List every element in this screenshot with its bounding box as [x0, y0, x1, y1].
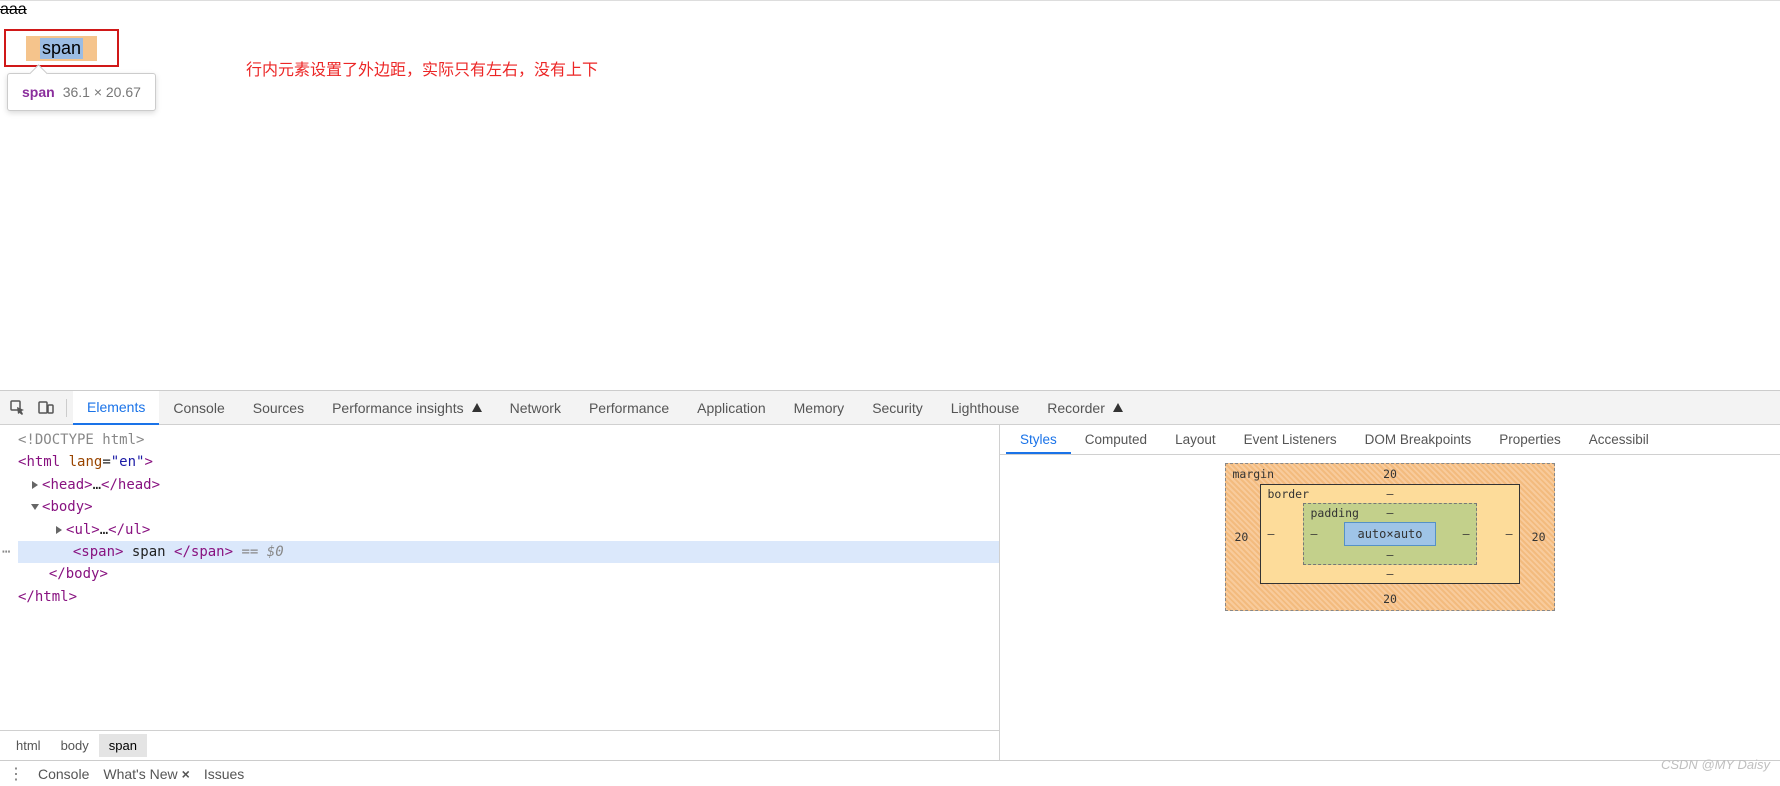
- dom-span-selected[interactable]: <span> span </span> == $0: [18, 541, 999, 563]
- bm-padding-right[interactable]: ‒: [1463, 527, 1470, 541]
- bm-padding-bottom[interactable]: ‒: [1387, 548, 1394, 562]
- tab-security[interactable]: Security: [858, 391, 937, 425]
- styles-tab-styles[interactable]: Styles: [1006, 425, 1071, 454]
- styles-panel: Styles Computed Layout Event Listeners D…: [1000, 425, 1780, 760]
- tab-network[interactable]: Network: [496, 391, 575, 425]
- tab-sources[interactable]: Sources: [239, 391, 318, 425]
- drawer-tab-console[interactable]: Console: [38, 766, 89, 782]
- styles-tab-dom-breakpoints[interactable]: DOM Breakpoints: [1351, 425, 1486, 454]
- bm-border-right[interactable]: ‒: [1506, 527, 1513, 541]
- collapse-triangle-icon[interactable]: [31, 504, 39, 510]
- dom-body-open[interactable]: <body>: [18, 496, 999, 518]
- dom-tree[interactable]: <!DOCTYPE html> <html lang="en"> <head>……: [0, 425, 999, 730]
- expand-triangle-icon[interactable]: [56, 526, 62, 534]
- tab-performance-insights[interactable]: Performance insights: [318, 391, 496, 425]
- watermark: CSDN @MY Daisy: [1661, 757, 1770, 772]
- bm-border-left[interactable]: ‒: [1267, 527, 1274, 541]
- styles-tab-accessibility[interactable]: Accessibil: [1575, 425, 1663, 454]
- rendered-page: aaa span 行内元素设置了外边距，实际只有左右，没有上下 span 36.…: [0, 0, 1780, 390]
- bm-padding-label: padding: [1310, 506, 1358, 520]
- tab-elements[interactable]: Elements: [73, 391, 159, 425]
- tab-lighthouse[interactable]: Lighthouse: [937, 391, 1034, 425]
- tab-memory[interactable]: Memory: [780, 391, 859, 425]
- crumb-body[interactable]: body: [51, 734, 99, 757]
- expand-triangle-icon[interactable]: [32, 481, 38, 489]
- annotation-text: 行内元素设置了外边距，实际只有左右，没有上下: [246, 56, 598, 80]
- margin-overlay: span: [26, 36, 97, 61]
- dom-html-open[interactable]: <html lang="en">: [18, 451, 999, 473]
- bm-margin-top[interactable]: 20: [1383, 467, 1397, 481]
- bm-padding-left[interactable]: ‒: [1310, 527, 1317, 541]
- tab-console[interactable]: Console: [159, 391, 238, 425]
- dom-ul[interactable]: <ul>…</ul>: [18, 519, 999, 541]
- dom-body-close[interactable]: </body>: [18, 563, 999, 585]
- styles-tab-computed[interactable]: Computed: [1071, 425, 1161, 454]
- breadcrumb: html body span: [0, 730, 999, 760]
- styles-tabbar: Styles Computed Layout Event Listeners D…: [1000, 425, 1780, 455]
- styles-tab-properties[interactable]: Properties: [1485, 425, 1575, 454]
- styles-tab-event-listeners[interactable]: Event Listeners: [1230, 425, 1351, 454]
- drawer-tab-issues[interactable]: Issues: [204, 766, 244, 782]
- crumb-span[interactable]: span: [99, 734, 147, 757]
- tab-performance[interactable]: Performance: [575, 391, 683, 425]
- inspect-tooltip: span 36.1 × 20.67: [7, 73, 156, 111]
- styles-tab-layout[interactable]: Layout: [1161, 425, 1230, 454]
- tab-application[interactable]: Application: [683, 391, 780, 425]
- drawer-tab-whatsnew[interactable]: What's New ×: [103, 766, 189, 782]
- tooltip-tagname: span: [22, 84, 55, 100]
- devtools-panel: Elements Console Sources Performance ins…: [0, 390, 1780, 786]
- divider: [66, 399, 67, 417]
- tooltip-dimensions: 36.1 × 20.67: [63, 84, 141, 100]
- bm-margin-bottom[interactable]: 20: [1383, 592, 1397, 606]
- dom-head[interactable]: <head>…</head>: [18, 474, 999, 496]
- text-aaa: aaa: [0, 1, 27, 19]
- crumb-html[interactable]: html: [6, 734, 51, 757]
- bm-content[interactable]: auto×auto: [1344, 522, 1435, 546]
- experiment-icon: [472, 403, 482, 412]
- box-model-diagram[interactable]: margin 20 20 20 20 border ‒ ‒ ‒ ‒ padd: [1225, 463, 1554, 611]
- device-toolbar-icon[interactable]: [32, 394, 60, 422]
- drawer-menu-icon[interactable]: ⋮: [8, 764, 24, 784]
- bm-margin-label: margin: [1232, 467, 1274, 481]
- inspect-element-icon[interactable]: [4, 394, 32, 422]
- dom-html-close[interactable]: </html>: [18, 586, 999, 608]
- elements-panel: <!DOCTYPE html> <html lang="en"> <head>……: [0, 425, 1000, 760]
- bm-padding-top[interactable]: ‒: [1387, 506, 1394, 520]
- inspect-highlight-box: span: [4, 29, 119, 67]
- drawer-tabbar: ⋮ Console What's New × Issues: [0, 760, 1780, 786]
- tab-recorder[interactable]: Recorder: [1033, 391, 1137, 425]
- bm-margin-left[interactable]: 20: [1234, 530, 1248, 544]
- bm-border-bottom[interactable]: ‒: [1387, 567, 1394, 581]
- devtools-tabbar: Elements Console Sources Performance ins…: [0, 391, 1780, 425]
- dom-doctype[interactable]: <!DOCTYPE html>: [18, 429, 999, 451]
- experiment-icon: [1113, 403, 1123, 412]
- bm-margin-right[interactable]: 20: [1532, 530, 1546, 544]
- content-overlay: span: [40, 38, 83, 59]
- bm-border-label: border: [1267, 487, 1309, 501]
- close-icon[interactable]: ×: [182, 766, 190, 782]
- bm-border-top[interactable]: ‒: [1387, 487, 1394, 501]
